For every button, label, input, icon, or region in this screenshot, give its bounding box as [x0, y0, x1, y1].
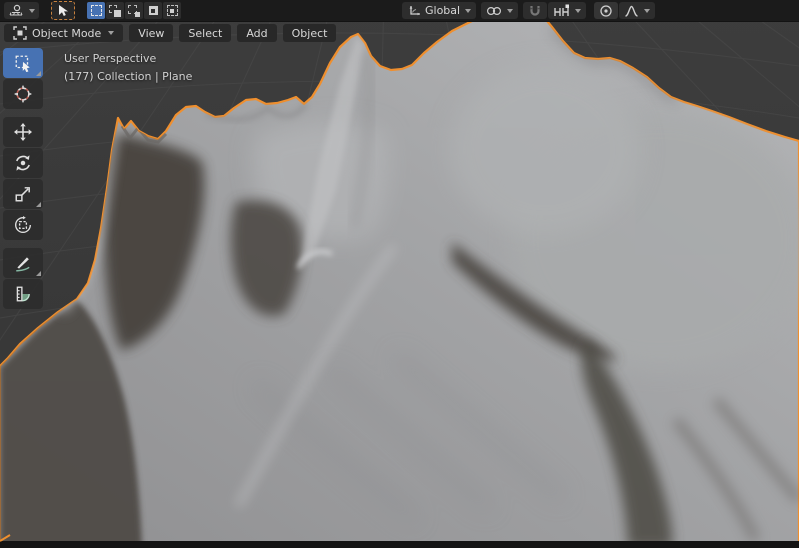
- select-mode-intersect[interactable]: [163, 2, 181, 19]
- snap-toggle[interactable]: [523, 2, 548, 19]
- mode-label: Object Mode: [32, 26, 102, 40]
- tool-annotate[interactable]: [3, 248, 43, 278]
- move-icon: [14, 123, 32, 141]
- select-set-icon: [90, 5, 102, 16]
- menu-object[interactable]: Object: [282, 24, 337, 42]
- menu-object-label: Object: [291, 26, 328, 40]
- topbar: Global: [0, 0, 799, 22]
- cursor-arrow-icon: [59, 5, 68, 16]
- pivot-point-icon: [487, 6, 502, 15]
- chevron-down-icon: [465, 8, 472, 13]
- menu-add[interactable]: Add: [237, 24, 277, 42]
- select-extend-icon: [109, 4, 121, 17]
- tool-rotate[interactable]: [3, 148, 43, 178]
- select-subtract-icon: [128, 4, 140, 17]
- orientation-label: Global: [425, 4, 461, 17]
- chevron-down-icon: [575, 8, 582, 13]
- menu-view-label: View: [138, 26, 165, 40]
- editor-type-selector[interactable]: [4, 2, 39, 19]
- proportional-editing-toggle[interactable]: [594, 2, 619, 19]
- tool-scale[interactable]: [3, 179, 43, 209]
- cursor-3d-icon: [14, 85, 32, 103]
- orientation-dropdown[interactable]: Global: [402, 2, 477, 19]
- active-tool-indicator[interactable]: [51, 1, 75, 20]
- view-perspective-label: User Perspective: [64, 52, 157, 65]
- mode-dropdown[interactable]: Object Mode: [4, 24, 124, 42]
- select-box-icon: [15, 55, 30, 72]
- tool-transform[interactable]: [3, 210, 43, 240]
- select-mode-group: [87, 2, 181, 19]
- magnet-icon: [530, 5, 540, 16]
- menu-select[interactable]: Select: [179, 24, 232, 42]
- blender-window: Global Object Mode View Select Add Objec…: [0, 0, 799, 548]
- rotate-icon: [16, 155, 30, 171]
- scale-icon: [15, 187, 30, 202]
- select-mode-set[interactable]: [87, 2, 105, 19]
- chevron-down-icon: [644, 8, 651, 13]
- viewport-header: Object Mode View Select Add Object: [4, 24, 337, 42]
- annotate-icon: [16, 257, 30, 272]
- active-object-label: (177) Collection | Plane: [64, 70, 193, 83]
- select-intersect-icon: [166, 5, 178, 16]
- menu-add-label: Add: [246, 26, 268, 40]
- tool-measure[interactable]: [3, 279, 43, 309]
- select-mode-extend[interactable]: [106, 2, 124, 19]
- transform-orientation-icon: [409, 5, 420, 15]
- tool-move[interactable]: [3, 117, 43, 147]
- select-mode-invert[interactable]: [144, 2, 162, 19]
- transform-icon: [15, 216, 31, 233]
- transform-settings-group: Global: [402, 2, 660, 19]
- chevron-down-icon: [507, 8, 514, 13]
- window-edge: [0, 541, 799, 548]
- menu-select-label: Select: [188, 26, 223, 40]
- tool-select-box[interactable]: [3, 48, 43, 78]
- chevron-down-icon: [108, 31, 115, 35]
- snap-target-dropdown[interactable]: [548, 2, 587, 19]
- pivot-point-dropdown[interactable]: [481, 2, 519, 19]
- tool-shelf: [3, 48, 43, 310]
- editor-type-icon: [9, 4, 23, 15]
- select-mode-subtract[interactable]: [125, 2, 143, 19]
- select-invert-icon: [148, 6, 158, 15]
- measure-icon: [16, 286, 30, 302]
- falloff-dropdown[interactable]: [619, 2, 656, 19]
- chevron-down-icon: [29, 8, 35, 13]
- object-mode-icon: [13, 26, 27, 40]
- proportional-editing-icon: [600, 4, 612, 17]
- menu-view[interactable]: View: [129, 24, 174, 42]
- snap-increment-icon: [554, 4, 570, 16]
- tool-cursor[interactable]: [3, 79, 43, 109]
- smooth-falloff-icon: [625, 5, 638, 17]
